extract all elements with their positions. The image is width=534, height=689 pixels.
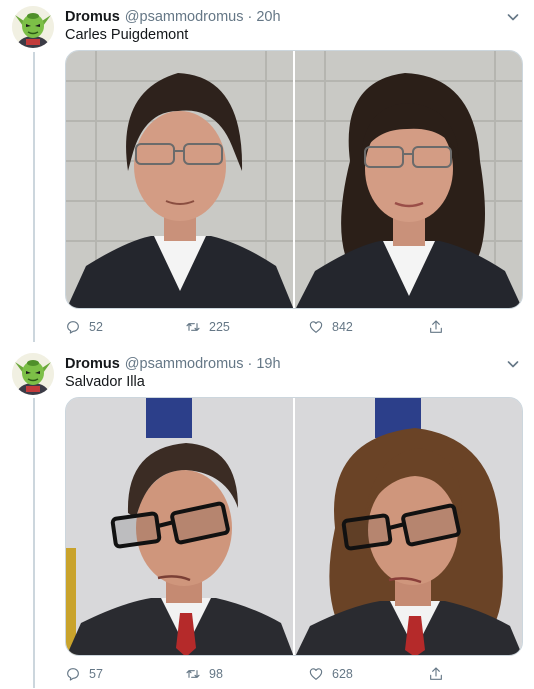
separator: · bbox=[247, 356, 253, 372]
retweet-icon bbox=[186, 670, 200, 678]
tweet-media[interactable] bbox=[65, 50, 523, 309]
author-handle[interactable]: @psammodromus bbox=[125, 9, 244, 25]
tweet-media[interactable] bbox=[65, 397, 523, 656]
tweet[interactable]: Dromus @psammodromus · 20h Carles Puigde… bbox=[0, 4, 534, 344]
author-handle[interactable]: @psammodromus bbox=[125, 356, 244, 372]
portrait-image bbox=[294, 398, 522, 655]
media-photo-left[interactable] bbox=[66, 51, 293, 308]
tweet-actions: 52 225 842 bbox=[65, 319, 465, 337]
heart-icon bbox=[309, 668, 323, 680]
heart-icon bbox=[309, 321, 323, 333]
reply-button[interactable]: 52 bbox=[65, 319, 103, 335]
tweet-header: Dromus @psammodromus · 19h bbox=[65, 355, 281, 373]
share-icon bbox=[430, 667, 442, 680]
author-name[interactable]: Dromus bbox=[65, 9, 120, 25]
media-photo-left[interactable] bbox=[66, 398, 293, 655]
share-icon bbox=[430, 320, 442, 333]
share-button[interactable] bbox=[428, 319, 452, 335]
retweet-button[interactable]: 98 bbox=[185, 666, 223, 682]
like-count: 628 bbox=[332, 667, 353, 681]
avatar-image bbox=[12, 6, 54, 48]
timestamp[interactable]: 20h bbox=[256, 9, 280, 25]
portrait-image bbox=[66, 398, 293, 655]
avatar[interactable] bbox=[12, 6, 54, 48]
reply-icon bbox=[67, 321, 79, 334]
retweet-count: 98 bbox=[209, 667, 223, 681]
portrait-image bbox=[294, 51, 522, 308]
chevron-down-icon[interactable] bbox=[506, 357, 520, 371]
reply-button[interactable]: 57 bbox=[65, 666, 103, 682]
tweet[interactable]: Dromus @psammodromus · 19h Salvador Illa bbox=[0, 351, 534, 689]
reply-icon bbox=[67, 668, 79, 681]
reply-count: 57 bbox=[89, 667, 103, 681]
tweet-text: Carles Puigdemont bbox=[65, 27, 189, 43]
share-button[interactable] bbox=[428, 666, 452, 682]
like-button[interactable]: 842 bbox=[308, 319, 353, 335]
tweet-text: Salvador Illa bbox=[65, 374, 145, 390]
avatar[interactable] bbox=[12, 353, 54, 395]
portrait-image bbox=[66, 51, 293, 308]
author-name[interactable]: Dromus bbox=[65, 356, 120, 372]
reply-count: 52 bbox=[89, 320, 103, 334]
chevron-down-icon[interactable] bbox=[506, 10, 520, 24]
retweet-icon bbox=[186, 323, 200, 331]
like-count: 842 bbox=[332, 320, 353, 334]
media-photo-right[interactable] bbox=[294, 398, 522, 655]
separator: · bbox=[247, 9, 253, 25]
retweet-button[interactable]: 225 bbox=[185, 319, 230, 335]
like-button[interactable]: 628 bbox=[308, 666, 353, 682]
tweet-header: Dromus @psammodromus · 20h bbox=[65, 8, 281, 26]
timestamp[interactable]: 19h bbox=[256, 356, 280, 372]
media-photo-right[interactable] bbox=[294, 51, 522, 308]
tweet-actions: 57 98 628 bbox=[65, 666, 465, 684]
retweet-count: 225 bbox=[209, 320, 230, 334]
avatar-image bbox=[12, 353, 54, 395]
